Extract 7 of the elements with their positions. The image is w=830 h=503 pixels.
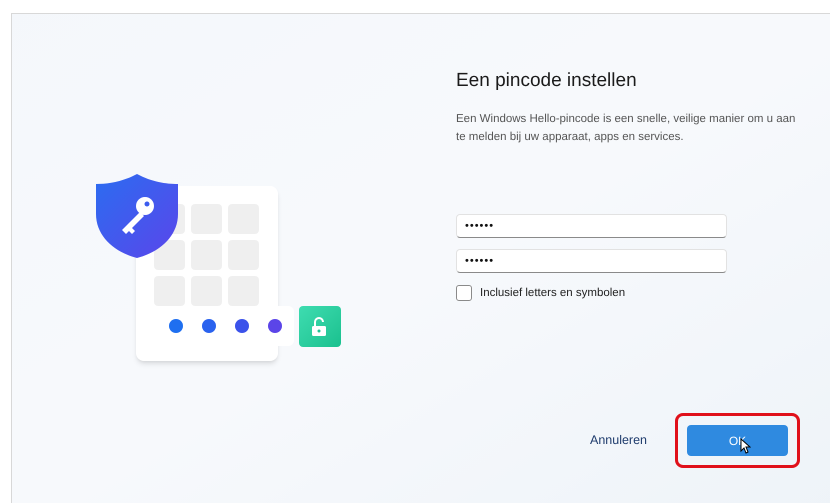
- pin-input-field[interactable]: ••••••: [456, 214, 727, 238]
- page-title: Een pincode instellen: [456, 69, 638, 93]
- pin-input-field[interactable]: ••••••: [456, 248, 727, 272]
- cancel-link[interactable]: Annuleren: [590, 431, 647, 450]
- checkbox[interactable]: [456, 285, 472, 302]
- description-text: Een Windows Hello-pincode is een snelle, veilige manier om u aan te melden bij uw apparaat, apps en services.: [456, 112, 796, 144]
- checkbox-label: Inclusief letters en symbolen: [480, 286, 626, 300]
